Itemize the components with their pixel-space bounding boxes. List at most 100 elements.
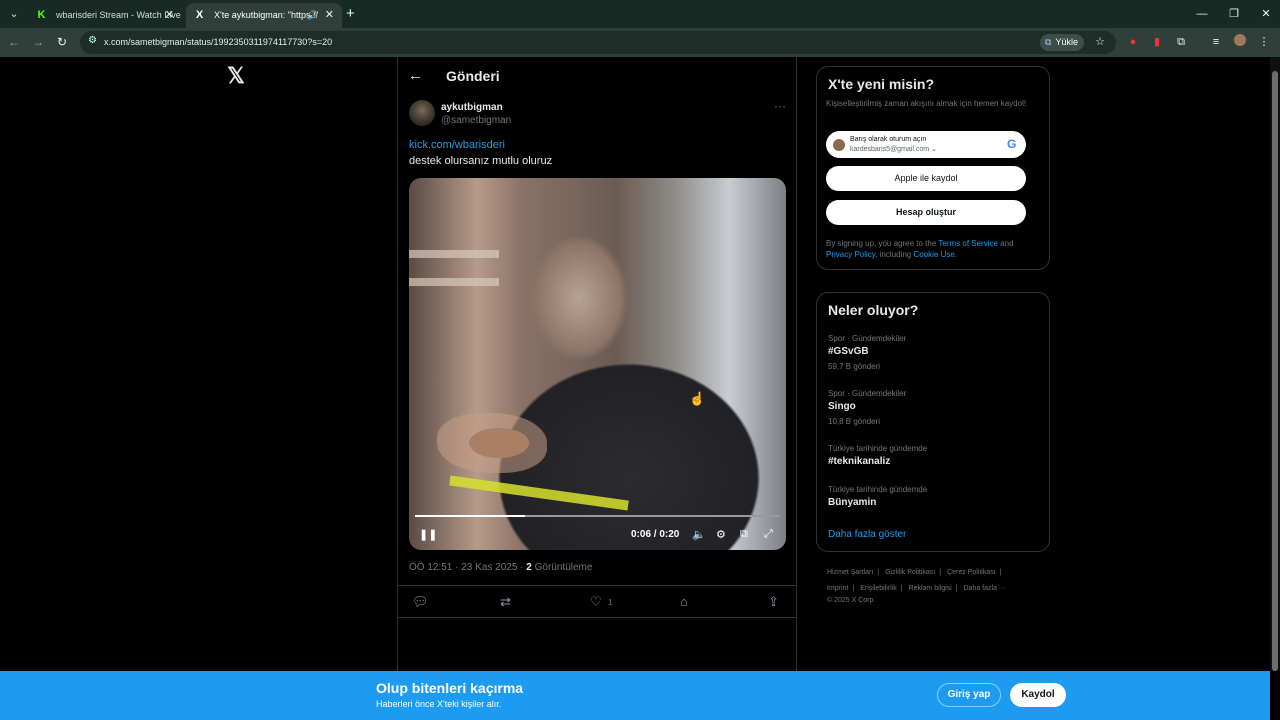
signup-legal: By signing up, you agree to the Terms of… <box>826 238 1041 260</box>
tab-x-post[interactable]: X X'te aykutbigman: "https:// 🔊 ✕ <box>186 3 342 28</box>
google-signin-name: Barış olarak oturum açın <box>850 136 927 143</box>
footer-link[interactable]: Gizlilik Politikası <box>885 569 935 576</box>
volume-icon[interactable]: 🔈 <box>692 528 706 541</box>
banner-subtitle: Haberleri önce X'teki kişiler alır. <box>376 699 502 709</box>
legal-text: By signing up, you agree to the <box>826 239 939 248</box>
signup-button[interactable]: Kaydol <box>1010 683 1066 707</box>
author-name[interactable]: aykutbigman <box>441 102 503 113</box>
post-column: ← Gönderi aykutbigman @sametbigman ··· k… <box>397 57 797 671</box>
install-icon: ⧉ <box>1045 37 1052 47</box>
apple-signup-button[interactable]: Apple ile kaydol <box>826 166 1026 191</box>
footer-separator: | <box>900 585 903 592</box>
restore-icon[interactable]: ❐ <box>1218 0 1250 28</box>
pip-icon[interactable]: ⧉ <box>740 528 748 541</box>
close-tab-icon[interactable]: ✕ <box>165 3 174 28</box>
footer-separator: | <box>955 585 958 592</box>
tab-bar: ⌄ K wbarisderi Stream - Watch Live ✕ X X… <box>0 0 1280 28</box>
login-button[interactable]: Giriş yap <box>937 683 1001 707</box>
signup-card: X'te yeni misin? Kişiselleştirilmiş zama… <box>816 66 1050 270</box>
share-icon[interactable]: ⇪ <box>768 594 779 610</box>
author-avatar[interactable] <box>409 100 435 126</box>
footer-link[interactable]: Imprint <box>827 585 848 592</box>
footer-link[interactable]: Daha fazla ··· <box>964 585 1006 592</box>
footer-separator: | <box>877 569 880 576</box>
speaker-icon[interactable]: 🔊 <box>307 3 318 28</box>
tab-search-icon[interactable]: ⌄ <box>4 4 24 24</box>
video-progress-bar[interactable] <box>415 515 780 517</box>
trend-name[interactable]: #teknikanaliz <box>828 456 890 467</box>
footer-separator: | <box>852 585 855 592</box>
footer-link[interactable]: Erişilebilirlik <box>860 585 897 592</box>
google-signin-button[interactable]: Barış olarak oturum açın kardesbaris5@gm… <box>826 131 1026 158</box>
legal-text: , including <box>875 250 914 259</box>
video-frame-shelf <box>409 278 499 286</box>
video-frame-shelf <box>409 250 499 258</box>
address-bar[interactable]: ⚙ x.com/sametbigman/status/1992350311974… <box>80 31 1116 54</box>
trend-context: Spor · Gündemdekiler <box>828 334 907 343</box>
media-controls-icon[interactable]: ≡ <box>1208 34 1224 50</box>
extensions-puzzle-icon[interactable]: ⧉ <box>1173 34 1189 50</box>
mouse-cursor-icon: ☝ <box>689 391 706 406</box>
bookmark-star-icon[interactable]: ☆ <box>1092 34 1108 50</box>
like-heart-icon[interactable]: ♡ <box>590 594 602 610</box>
trend-context: Türkiye tarihinde gündemde <box>828 444 928 453</box>
footer-link[interactable]: Çerez Politikası <box>947 569 996 576</box>
browser-menu-icon[interactable]: ⋮ <box>1256 34 1272 50</box>
scrollbar-thumb[interactable] <box>1272 71 1278 671</box>
pause-icon[interactable]: ❚❚ <box>419 528 437 541</box>
footer-link[interactable]: Hizmet Şartları <box>827 569 873 576</box>
terms-link[interactable]: Terms of Service <box>938 239 998 248</box>
window-close-icon[interactable]: ✕ <box>1250 0 1280 28</box>
bookmark-icon[interactable]: ⌂ <box>680 594 688 609</box>
page-scrollbar[interactable] <box>1270 57 1280 671</box>
post-meta: ÖÖ 12:51 · 23 Kas 2025 · 2 Görüntüleme <box>409 562 592 573</box>
new-tab-icon[interactable]: + <box>346 4 360 24</box>
legal-text: . <box>954 250 958 259</box>
page-title: Gönderi <box>446 68 500 84</box>
x-favicon-icon: X <box>195 9 204 21</box>
fullscreen-icon[interactable]: ⤢ <box>764 528 773 541</box>
settings-gear-icon[interactable]: ⚙ <box>716 528 726 541</box>
extension-red-icon[interactable]: ● <box>1125 34 1141 50</box>
author-handle[interactable]: @sametbigman <box>441 115 511 126</box>
tab-kick[interactable]: K wbarisderi Stream - Watch Live ✕ <box>28 3 182 28</box>
post-text: destek olursanız mutlu oluruz <box>409 155 553 167</box>
back-arrow-icon[interactable]: ← <box>408 67 423 84</box>
signup-title: X'te yeni misin? <box>828 76 935 92</box>
show-more-link[interactable]: Daha fazla göster <box>828 529 906 540</box>
reply-icon[interactable]: 💬︎ <box>412 594 429 610</box>
video-player[interactable]: ❚❚ 0:06 / 0:20 🔈 ⚙ ⧉ ⤢ <box>409 178 786 550</box>
trend-name[interactable]: Singo <box>828 401 856 412</box>
url-text[interactable]: x.com/sametbigman/status/199235031197411… <box>104 31 332 54</box>
minimize-icon[interactable]: — <box>1186 0 1218 28</box>
forward-icon[interactable]: → <box>30 34 46 50</box>
install-label: Yükle <box>1055 37 1078 47</box>
install-app-button[interactable]: ⧉ Yükle <box>1040 34 1084 51</box>
trend-name[interactable]: #GSvGB <box>828 346 869 357</box>
footer-link[interactable]: Reklam bilgisi <box>909 585 952 592</box>
browser-toolbar: ← → ↻ ⚙ x.com/sametbigman/status/1992350… <box>0 28 1280 57</box>
post-link[interactable]: kick.com/wbarisderi <box>409 139 505 151</box>
create-account-button[interactable]: Hesap oluştur <box>826 200 1026 225</box>
trends-title: Neler oluyor? <box>828 302 919 318</box>
tab-title: wbarisderi Stream - Watch Live <box>56 10 181 20</box>
extension-bar-icon[interactable]: ▮ <box>1149 34 1165 50</box>
footer-separator: | <box>939 569 942 576</box>
privacy-link[interactable]: Privacy Policy <box>826 250 875 259</box>
post-timestamp[interactable]: ÖÖ 12:51 · 23 Kas 2025 · <box>409 562 526 573</box>
more-options-icon[interactable]: ··· <box>774 99 786 113</box>
close-tab-icon[interactable]: ✕ <box>325 3 334 28</box>
x-logo-icon[interactable]: 𝕏 <box>224 64 248 88</box>
footer-separator: | <box>999 569 1002 576</box>
trend-name[interactable]: Bünyamin <box>828 497 876 508</box>
site-info-icon[interactable]: ⚙ <box>88 35 97 46</box>
legal-text: and <box>997 239 1014 248</box>
profile-avatar-icon[interactable] <box>1232 34 1248 50</box>
reload-icon[interactable]: ↻ <box>54 34 70 50</box>
copyright: © 2025 X Corp. <box>827 597 876 604</box>
repost-icon[interactable]: ⇄ <box>500 594 511 610</box>
like-count: 1 <box>608 598 613 607</box>
back-icon[interactable]: ← <box>6 34 22 50</box>
signup-subtitle: Kişiselleştirilmiş zaman akışını almak i… <box>826 99 1027 108</box>
cookie-link[interactable]: Cookie Use <box>913 250 954 259</box>
